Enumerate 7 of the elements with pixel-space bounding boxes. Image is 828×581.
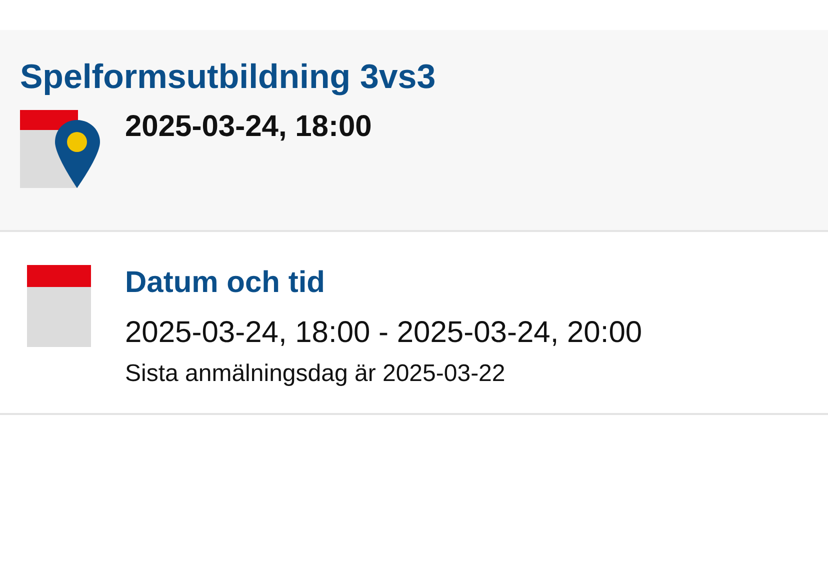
event-date: 2025-03-24, 18:00 (125, 110, 372, 144)
detail-heading: Datum och tid (125, 265, 326, 301)
detail-value: 2025-03-24, 18:00 - 2025-03-24, 20:00 (125, 315, 642, 351)
calendar-pin-icon (20, 110, 102, 190)
calendar-icon (27, 265, 91, 347)
event-title: Spelformsutbildning 3vs3 (20, 57, 437, 98)
detail-note: Sista anmälningsdag är 2025-03-22 (125, 359, 506, 389)
